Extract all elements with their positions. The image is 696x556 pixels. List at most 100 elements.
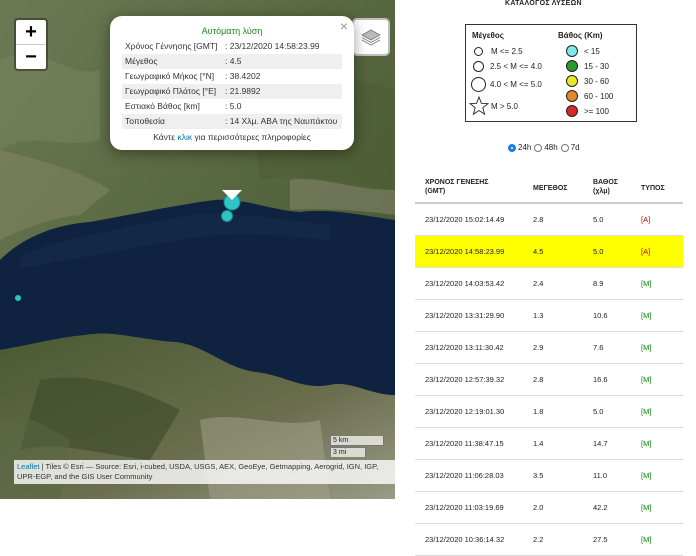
leaflet-link[interactable]: Leaflet [17, 462, 40, 471]
legend-mag-label: 2.5 < M <= 4.0 [490, 62, 542, 71]
header-depth-l1: ΒΑΘΟΣ [593, 179, 619, 186]
table-row[interactable]: 23/12/2020 13:31:29.90 1.3 10.6 [M] [415, 300, 683, 332]
header-depth: ΒΑΘΟΣ (χλμ) [593, 178, 618, 196]
cell-depth: 5.0 [593, 215, 604, 224]
legend-depth-row: >= 100 [566, 105, 609, 117]
more-prefix: Κάντε [153, 132, 178, 142]
radio-48h[interactable] [534, 143, 543, 152]
cell-magnitude: 2.0 [533, 503, 544, 512]
legend-depth-label: 30 - 60 [584, 76, 609, 86]
header-depth-l2: (χλμ) [593, 188, 610, 195]
popup-key: Γεωγραφικό Πλάτος [°E] [122, 84, 222, 99]
legend-depth-row: < 15 [566, 45, 600, 57]
more-suffix: για περισσότερες πληροφορίες [192, 132, 311, 142]
table-row[interactable]: 23/12/2020 11:38:47.15 1.4 14.7 [M] [415, 428, 683, 460]
table-row-selected[interactable]: 23/12/2020 14:58:23.99 4.5 5.0 [A] [415, 236, 683, 268]
legend-mag-row: M <= 2.5 [474, 47, 523, 56]
cell-time: 23/12/2020 13:31:29.90 [425, 311, 505, 320]
cell-type: [M] [641, 407, 652, 416]
cell-time: 23/12/2020 10:36:14.32 [425, 535, 505, 544]
legend-depth-label: >= 100 [584, 106, 609, 116]
cell-type: [M] [641, 535, 652, 544]
popup-tip [222, 190, 242, 200]
legend-box: Μέγεθος Βάθος (Km) M <= 2.5 2.5 < M <= 4… [465, 24, 637, 122]
popup-key: Εστιακό Βάθος [km] [125, 101, 200, 111]
depth-swatch [566, 105, 578, 117]
popup-value: : 5.0 [225, 101, 242, 111]
popup-value: : 38.4202 [225, 71, 261, 81]
cell-magnitude: 1.8 [533, 407, 544, 416]
cell-magnitude: 3.5 [533, 471, 544, 480]
legend-depth-row: 30 - 60 [566, 75, 609, 87]
cell-depth: 14.7 [593, 439, 608, 448]
popup-row: Μέγεθος: 4.5 [122, 54, 342, 69]
cell-depth: 11.0 [593, 471, 608, 480]
popup-title: Αυτόματη λύση [201, 26, 263, 36]
earthquake-popup: × Αυτόματη λύση Χρόνος Γέννησης [GMT]: 2… [110, 16, 354, 150]
zoom-out-button[interactable]: − [16, 44, 46, 69]
cell-magnitude: 2.2 [533, 535, 544, 544]
popup-row: Εστιακό Βάθος [km] : 5.0 [122, 99, 342, 114]
radio-48h-label[interactable]: 48h [544, 143, 557, 152]
legend-mag-label: 4.0 < M <= 5.0 [490, 80, 542, 89]
cell-depth: 10.6 [593, 311, 608, 320]
legend-depth-label: < 15 [584, 46, 600, 56]
cell-magnitude: 2.8 [533, 215, 544, 224]
zoom-in-button[interactable]: + [16, 20, 46, 44]
catalog-panel: ΚΑΤΑΛΟΓΟΣ ΛΥΣΕΩΝ Μέγεθος Βάθος (Km) M <=… [395, 0, 696, 556]
depth-swatch [566, 60, 578, 72]
depth-swatch [566, 75, 578, 87]
legend-depth-header: Βάθος (Km) [558, 31, 603, 40]
table-row[interactable]: 23/12/2020 15:02:14.49 2.8 5.0 [A] [415, 204, 683, 236]
legend-depth-label: 60 - 100 [584, 91, 614, 101]
legend-depth-row: 60 - 100 [566, 90, 613, 102]
period-selector: 24h 48h 7d [505, 143, 580, 152]
cell-depth: 5.0 [593, 247, 604, 256]
table-header: ΧΡΟΝΟΣ ΓΕΝΕΣΗΣ (GMT) ΜΕΓΕΘΟΣ ΒΑΘΟΣ (χλμ) Τ… [415, 170, 683, 204]
cell-type: [M] [641, 311, 652, 320]
cell-depth: 8.9 [593, 279, 604, 288]
more-info-link[interactable]: κλικ [177, 132, 192, 142]
table-row[interactable]: 23/12/2020 13:11:30.42 2.9 7.6 [M] [415, 332, 683, 364]
popup-row: Χρόνος Γέννησης [GMT]: 23/12/2020 14:58:… [122, 39, 342, 54]
events-table: ΧΡΟΝΟΣ ΓΕΝΕΣΗΣ (GMT) ΜΕΓΕΘΟΣ ΒΑΘΟΣ (χλμ) Τ… [415, 170, 683, 556]
attribution-text: | Tiles © Esri — Source: Esri, i-cubed, … [17, 462, 379, 481]
layers-button[interactable] [352, 18, 390, 56]
cell-time: 23/12/2020 11:03:19.69 [425, 503, 504, 512]
circle-small-icon [474, 47, 483, 56]
map-attribution: Leaflet | Tiles © Esri — Source: Esri, i… [14, 460, 395, 484]
cell-time: 23/12/2020 11:06:28.03 [425, 471, 504, 480]
cell-depth: 27.5 [593, 535, 608, 544]
table-row[interactable]: 23/12/2020 11:03:19.69 2.0 42.2 [M] [415, 492, 683, 524]
popup-details: Χρόνος Γέννησης [GMT]: 23/12/2020 14:58:… [122, 39, 342, 129]
table-row[interactable]: 23/12/2020 12:19:01.30 1.8 5.0 [M] [415, 396, 683, 428]
table-row[interactable]: 23/12/2020 14:03:53.42 2.4 8.9 [M] [415, 268, 683, 300]
popup-close-button[interactable]: × [340, 18, 348, 34]
map-view[interactable]: + − × Αυτόματη λύση Χρόνος Γέννησης [GMT… [0, 0, 395, 499]
table-row[interactable]: 23/12/2020 10:36:14.32 2.2 27.5 [M] [415, 524, 683, 556]
cell-type: [M] [641, 471, 652, 480]
cell-magnitude: 2.8 [533, 375, 544, 384]
header-time-l1: ΧΡΟΝΟΣ ΓΕΝΕΣΗΣ [425, 179, 489, 186]
radio-24h-label[interactable]: 24h [518, 143, 531, 152]
circle-large-icon [471, 77, 486, 92]
cell-time: 23/12/2020 15:02:14.49 [425, 215, 505, 224]
radio-24h[interactable] [508, 143, 516, 152]
table-row[interactable]: 23/12/2020 12:57:39.32 2.8 16.6 [M] [415, 364, 683, 396]
table-row[interactable]: 23/12/2020 11:06:28.03 3.5 11.0 [M] [415, 460, 683, 492]
radio-7d[interactable] [560, 143, 569, 152]
cell-type: [M] [641, 439, 652, 448]
zoom-control: + − [14, 18, 48, 71]
circle-medium-icon [473, 61, 484, 72]
radio-7d-label[interactable]: 7d [571, 143, 580, 152]
star-icon [469, 96, 489, 116]
cell-time: 23/12/2020 14:03:53.42 [425, 279, 505, 288]
legend-mag-row: 4.0 < M <= 5.0 [471, 77, 542, 92]
cell-type: [A] [641, 215, 651, 224]
popup-row: Γεωγραφικό Μήκος [°N]: 38.4202 [122, 69, 342, 84]
cell-time: 23/12/2020 12:57:39.32 [425, 375, 505, 384]
cell-magnitude: 1.3 [533, 311, 544, 320]
earthquake-marker [221, 210, 233, 222]
cell-time: 23/12/2020 12:19:01.30 [425, 407, 505, 416]
popup-value: : 21.9892 [222, 84, 342, 99]
